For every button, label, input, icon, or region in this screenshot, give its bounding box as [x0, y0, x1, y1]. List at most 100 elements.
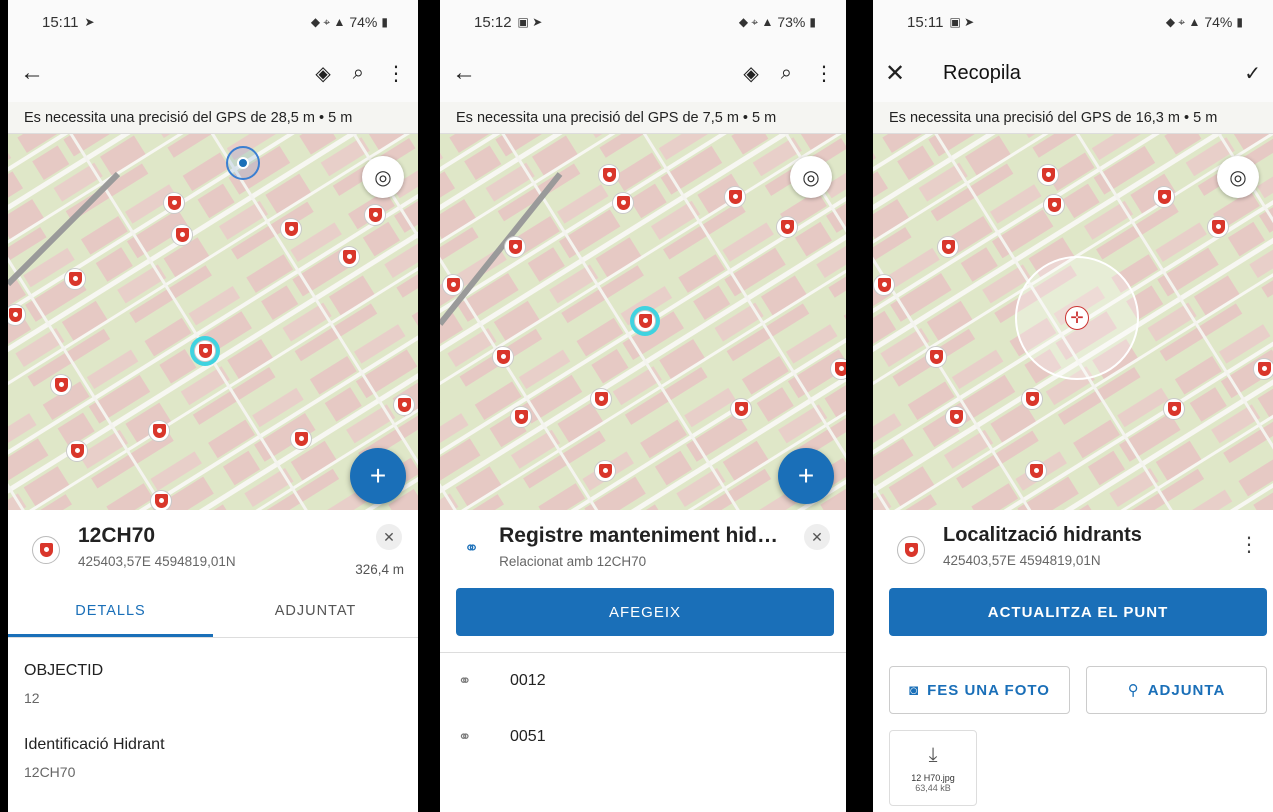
hydrant-marker[interactable]: [163, 192, 185, 214]
hydrant-marker[interactable]: [171, 224, 193, 246]
hydrant-marker[interactable]: [612, 192, 634, 214]
collect-panel: Localització hidrants 425403,57E 4594819…: [873, 510, 1273, 812]
add-feature-button[interactable]: +: [350, 448, 406, 504]
map-view[interactable]: ◎ +: [440, 134, 846, 510]
crosshair-icon: ◎: [374, 166, 392, 189]
back-arrow-icon[interactable]: ←: [20, 59, 56, 87]
hydrant-marker[interactable]: [338, 246, 360, 268]
close-icon: ✕: [811, 528, 823, 545]
related-header: ⚭ Registre manteniment hid… Relacionat a…: [440, 510, 846, 582]
crosshair-icon: ◎: [802, 166, 820, 189]
hydrant-marker[interactable]: [393, 394, 415, 416]
hydrant-marker[interactable]: [873, 274, 895, 296]
hydrant-marker[interactable]: [598, 164, 620, 186]
list-item[interactable]: ⚭ 0012: [440, 653, 846, 709]
hydrant-marker[interactable]: [442, 274, 464, 296]
map-view[interactable]: ◎ +: [8, 134, 418, 510]
hydrant-marker[interactable]: [937, 236, 959, 258]
add-feature-button[interactable]: +: [778, 448, 834, 504]
crosshair-icon: ◎: [1229, 166, 1247, 189]
feature-panel: 12CH70 425403,57E 4594819,01N ✕ 326,4 m …: [8, 510, 418, 812]
plus-icon: +: [369, 460, 387, 491]
selected-hydrant-marker[interactable]: [194, 340, 216, 362]
related-subtitle: Relacionat amb 12CH70: [499, 554, 647, 569]
field-label: OBJECTID: [24, 662, 104, 679]
layers-icon[interactable]: ◈: [743, 61, 758, 86]
hydrant-marker[interactable]: [1043, 194, 1065, 216]
hydrant-marker[interactable]: [1153, 186, 1175, 208]
search-icon[interactable]: ⌕: [353, 62, 364, 85]
signal-icon: ◆ ⌖ ▲: [1165, 14, 1201, 29]
hydrant-marker[interactable]: [830, 358, 846, 380]
crosshair-target-icon: ✛: [1065, 306, 1089, 330]
attach-label: ADJUNTA: [1147, 681, 1226, 699]
hydrant-marker[interactable]: [925, 346, 947, 368]
check-icon[interactable]: ✓: [1244, 61, 1261, 86]
layers-icon[interactable]: ◈: [315, 61, 330, 86]
close-button[interactable]: ✕: [376, 524, 402, 550]
more-vertical-icon[interactable]: ⋮: [386, 61, 406, 86]
field-objectid: OBJECTID 12: [8, 662, 418, 706]
feature-coordinates: 425403,57E 4594819,01N: [943, 553, 1101, 568]
hydrant-marker[interactable]: [290, 428, 312, 450]
hydrant-marker[interactable]: [1037, 164, 1059, 186]
current-location-marker: [226, 146, 260, 180]
hydrant-marker[interactable]: [150, 490, 172, 510]
field-value: 12: [24, 690, 40, 706]
hydrant-marker[interactable]: [280, 218, 302, 240]
list-item[interactable]: ⚭ 0051: [440, 709, 846, 765]
hydrant-marker[interactable]: [1025, 460, 1047, 482]
battery-level: 73%: [777, 14, 806, 30]
hydrant-marker[interactable]: [148, 420, 170, 442]
gps-accuracy-banner: Es necessita una precisió del GPS de 7,5…: [440, 102, 846, 134]
battery-icon: ▮: [1236, 15, 1243, 29]
locate-me-button[interactable]: ◎: [790, 156, 832, 198]
list-item-label: 0012: [510, 672, 546, 689]
hydrant-marker[interactable]: [1021, 388, 1043, 410]
hydrant-marker[interactable]: [1253, 358, 1273, 380]
hydrant-marker[interactable]: [590, 388, 612, 410]
plus-icon: +: [797, 460, 815, 491]
hydrant-marker[interactable]: [1163, 398, 1185, 420]
tab-attachments[interactable]: ADJUNTAT: [213, 586, 418, 637]
selected-hydrant-marker[interactable]: [634, 310, 656, 332]
map-view[interactable]: ✛ ◎: [873, 134, 1273, 510]
close-icon[interactable]: ✕: [885, 59, 921, 88]
tab-details[interactable]: DETALLS: [8, 586, 213, 637]
hydrant-marker[interactable]: [50, 374, 72, 396]
take-photo-button[interactable]: ◙ FES UNA FOTO: [889, 666, 1070, 714]
more-vertical-icon[interactable]: ⋮: [814, 61, 834, 86]
status-bar: 15:12 ▣ ➤ ◆ ⌖ ▲ 73% ▮: [440, 0, 846, 44]
hydrant-marker[interactable]: [594, 460, 616, 482]
hydrant-marker[interactable]: [492, 346, 514, 368]
hydrant-marker[interactable]: [730, 398, 752, 420]
hydrant-marker[interactable]: [510, 406, 532, 428]
update-point-button[interactable]: ACTUALITZA EL PUNT: [889, 588, 1267, 636]
signal-icon: ◆ ⌖ ▲: [738, 14, 774, 29]
status-time: 15:11: [42, 13, 79, 31]
navigation-icon: ▣ ➤: [949, 15, 975, 29]
hydrant-marker[interactable]: [504, 236, 526, 258]
hydrant-marker[interactable]: [364, 204, 386, 226]
battery-icon: ▮: [381, 15, 388, 29]
add-record-button[interactable]: AFEGEIX: [456, 588, 834, 636]
close-button[interactable]: ✕: [804, 524, 830, 550]
app-bar: ← ◈ ⌕ ⋮: [8, 44, 418, 102]
field-value: 12CH70: [24, 764, 76, 780]
hydrant-marker[interactable]: [776, 216, 798, 238]
hydrant-marker[interactable]: [724, 186, 746, 208]
locate-me-button[interactable]: ◎: [362, 156, 404, 198]
status-bar: 15:11 ➤ ◆ ⌖ ▲ 74% ▮: [8, 0, 418, 44]
hydrant-marker[interactable]: [1207, 216, 1229, 238]
search-icon[interactable]: ⌕: [781, 62, 792, 85]
attach-button[interactable]: ⚲ ADJUNTA: [1086, 666, 1267, 714]
more-vertical-icon[interactable]: ⋮: [1239, 532, 1259, 557]
back-arrow-icon[interactable]: ←: [452, 59, 488, 87]
hydrant-marker[interactable]: [66, 440, 88, 462]
attachment-thumbnail[interactable]: ⤓ 12 H70.jpg 63,44 kB: [889, 730, 977, 806]
app-bar: ✕ Recopila ✓: [873, 44, 1273, 102]
hydrant-icon: [897, 536, 925, 564]
locate-me-button[interactable]: ◎: [1217, 156, 1259, 198]
hydrant-marker[interactable]: [64, 268, 86, 290]
hydrant-marker[interactable]: [945, 406, 967, 428]
